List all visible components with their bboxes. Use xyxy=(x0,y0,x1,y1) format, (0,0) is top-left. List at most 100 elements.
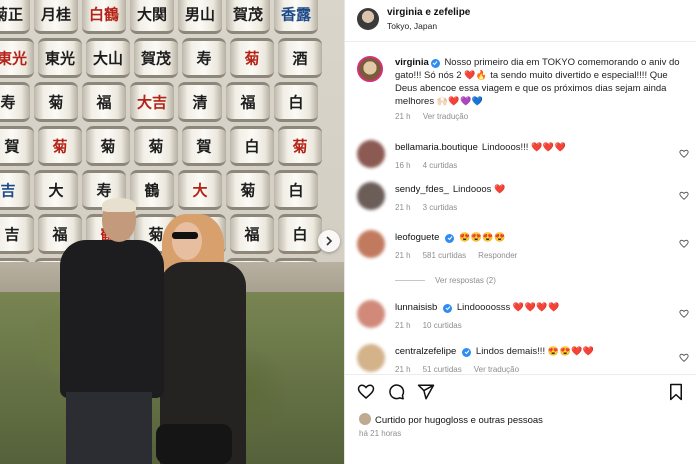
barrel-label: 白鶴 xyxy=(88,5,120,24)
like-button[interactable] xyxy=(357,383,375,401)
comment-like-button[interactable] xyxy=(679,350,689,362)
sake-barrel: 白 xyxy=(278,214,322,254)
sake-barrel: 吉 xyxy=(0,170,30,210)
heart-icon xyxy=(679,191,689,200)
sake-barrel: 大 xyxy=(34,170,78,210)
comment-meta: 21 h 3 curtidas xyxy=(395,203,469,212)
barrel-label: 菊 xyxy=(148,137,164,156)
barrel-label: 菊正 xyxy=(0,5,24,24)
comment-like-button[interactable] xyxy=(679,236,689,248)
comment-likes[interactable]: 581 curtidas xyxy=(423,251,467,260)
sake-barrel: 賀茂 xyxy=(134,38,178,78)
sake-barrel: 菊 xyxy=(34,82,78,122)
barrel-label: 酒 xyxy=(292,49,308,68)
caption-emoji-1: ❤️🔥 xyxy=(464,70,488,80)
replies-divider xyxy=(395,280,425,281)
heart-icon xyxy=(679,149,689,158)
barrel-label: 清 xyxy=(192,93,208,112)
comment-like-button[interactable] xyxy=(679,188,689,200)
caption-meta: 21 h Ver tradução xyxy=(395,112,478,121)
barrel-label: 東光 xyxy=(44,49,76,68)
comment-text: bellamaria.boutique Lindooos!!! ❤️❤️❤️ xyxy=(395,142,566,153)
sake-barrel: 大関 xyxy=(130,0,174,34)
bookmark-icon xyxy=(670,383,682,401)
comment-username[interactable]: centralzefelipe xyxy=(395,346,456,357)
comment-likes[interactable]: 4 curtidas xyxy=(423,161,458,170)
handbag xyxy=(156,424,232,464)
barrel-label: 吉 xyxy=(4,225,20,244)
sake-barrel: 鶴 xyxy=(130,170,174,210)
comment-emoji: ❤️❤️❤️ xyxy=(531,142,567,152)
comment-username[interactable]: bellamaria.boutique xyxy=(395,142,478,153)
heart-icon xyxy=(357,384,375,399)
barrel-label: 月桂 xyxy=(40,5,72,24)
comment-time: 21 h xyxy=(395,321,411,330)
avatar[interactable] xyxy=(357,182,385,210)
comment-username[interactable]: lunnaisisb xyxy=(395,302,437,313)
save-button[interactable] xyxy=(667,383,685,401)
sake-barrel: 大 xyxy=(178,170,222,210)
post-timestamp: há 21 horas xyxy=(359,429,402,438)
avatar[interactable] xyxy=(357,230,385,258)
next-photo-button[interactable] xyxy=(318,230,340,252)
barrel-label: 白 xyxy=(244,137,260,156)
verified-badge-icon xyxy=(443,303,453,313)
caption-avatar[interactable] xyxy=(357,56,383,82)
heart-icon xyxy=(679,309,689,318)
avatar[interactable] xyxy=(357,8,379,30)
sake-barrel: 吉 xyxy=(0,214,34,254)
post-location[interactable]: Tokyo, Japan xyxy=(387,21,437,31)
barrel-label: 福 xyxy=(96,93,112,112)
comment-text: lunnaisisb Lindoooosss ❤️❤️❤️❤️ xyxy=(395,302,560,313)
comment-username[interactable]: leofoguete xyxy=(395,232,439,243)
avatar[interactable] xyxy=(357,140,385,168)
sake-barrel: 菊正 xyxy=(0,0,30,34)
sake-barrel: 東光 xyxy=(0,38,34,78)
comment-text: leofoguete 😍😍😍😍 xyxy=(395,232,506,243)
sake-barrel: 白 xyxy=(274,82,318,122)
comment-time: 21 h xyxy=(395,203,411,212)
sake-barrel: 白 xyxy=(230,126,274,166)
sake-barrel: 香露 xyxy=(274,0,318,34)
barrel-label: 福 xyxy=(240,93,256,112)
comment-emoji: ❤️ xyxy=(494,184,506,194)
sake-barrel: 男山 xyxy=(178,0,222,34)
liked-by[interactable]: Curtido por hugogloss e outras pessoas xyxy=(359,413,543,426)
comment-time: 21 h xyxy=(395,251,411,260)
comment-button[interactable] xyxy=(387,383,405,401)
barrel-label: 菊 xyxy=(240,181,256,200)
barrel-label: 大山 xyxy=(92,49,124,68)
comment-extra-link[interactable]: Ver tradução xyxy=(474,365,519,374)
verified-badge-icon xyxy=(445,233,455,243)
post-photo[interactable]: 菊正 月桂 白鶴 大関 男山 賀茂 香露 東光 東光 大山 賀茂寿菊酒寿菊福大吉清福白賀菊菊菊賀白菊… xyxy=(0,0,344,464)
caption-username[interactable]: virginia xyxy=(395,57,429,68)
comment-like-button[interactable] xyxy=(679,306,689,318)
comment-body: Lindooos xyxy=(452,184,492,195)
comment-emoji: 😍😍😍😍 xyxy=(459,232,506,242)
comment-username[interactable]: sendy_fdes_ xyxy=(395,184,449,195)
barrel-label: 男山 xyxy=(184,5,216,24)
comment-like-button[interactable] xyxy=(679,146,689,158)
barrel-label: 菊 xyxy=(48,93,64,112)
comment-extra-link[interactable]: Responder xyxy=(478,251,517,260)
barrel-label: 吉 xyxy=(0,181,16,200)
comment-likes[interactable]: 51 curtidas xyxy=(423,365,462,374)
sake-barrel: 東光 xyxy=(38,38,82,78)
barrel-label: 福 xyxy=(244,225,260,244)
sake-barrel: 菊 xyxy=(226,170,270,210)
comment-meta: 16 h 4 curtidas xyxy=(395,161,469,170)
comment-likes[interactable]: 10 curtidas xyxy=(423,321,462,330)
avatar[interactable] xyxy=(357,344,385,372)
comment-body: Lindooos!!! xyxy=(481,142,529,153)
comment-body: Lindos demais!!! xyxy=(475,346,546,357)
see-translation-link[interactable]: Ver tradução xyxy=(423,112,468,121)
view-replies-link[interactable]: Ver respostas (2) xyxy=(435,276,496,285)
comment-likes[interactable]: 3 curtidas xyxy=(423,203,458,212)
comment-time: 21 h xyxy=(395,365,411,374)
share-button[interactable] xyxy=(417,383,435,401)
sake-barrel: 福 xyxy=(230,214,274,254)
barrel-label: 寿 xyxy=(96,181,112,200)
post-author-names[interactable]: virginia e zefelipe xyxy=(387,7,470,18)
avatar[interactable] xyxy=(357,300,385,328)
barrel-label: 菊 xyxy=(292,137,308,156)
